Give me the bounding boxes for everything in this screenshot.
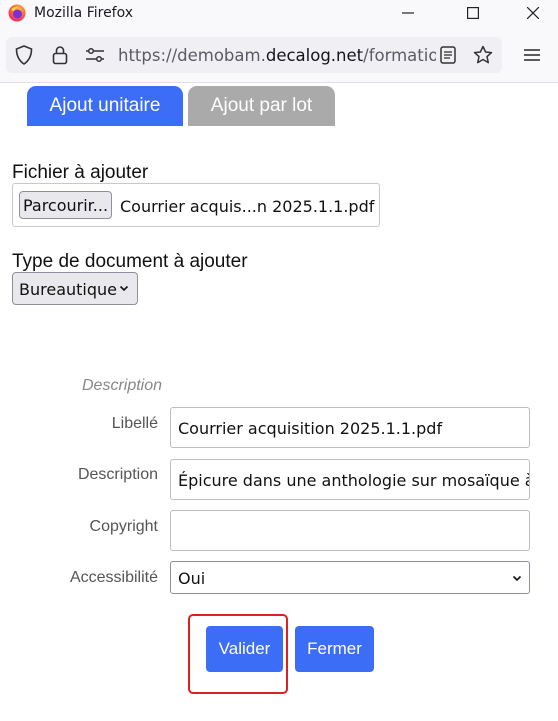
libelle-label: Libellé xyxy=(111,415,158,432)
selected-file-name: Courrier acquis...n 2025.1.1.pdf xyxy=(120,197,375,216)
description-label: Description xyxy=(77,466,158,483)
shield-icon[interactable] xyxy=(14,45,34,65)
bookmark-star-icon[interactable] xyxy=(472,44,494,66)
window-titlebar: Mozilla Firefox xyxy=(0,0,558,26)
accessibilite-select[interactable]: Oui xyxy=(170,561,530,594)
browser-toolbar: https://demobam.decalog.net/formationv xyxy=(0,26,558,83)
chevron-down-icon xyxy=(512,575,522,582)
tab-ajout-par-lot[interactable]: Ajout par lot xyxy=(188,86,335,126)
firefox-logo-icon xyxy=(8,4,26,22)
close-button[interactable]: Fermer xyxy=(295,626,374,672)
window-title: Mozilla Firefox xyxy=(34,5,134,21)
chevron-down-icon xyxy=(119,285,129,292)
menu-icon[interactable] xyxy=(520,44,544,66)
permissions-icon[interactable] xyxy=(84,45,106,65)
url-text[interactable]: https://demobam.decalog.net/formationv xyxy=(118,46,436,65)
libelle-input[interactable]: Courrier acquisition 2025.1.1.pdf xyxy=(170,407,530,448)
libelle-value: Courrier acquisition 2025.1.1.pdf xyxy=(178,419,443,438)
close-icon xyxy=(527,7,539,19)
doctype-select[interactable]: Bureautique xyxy=(12,272,138,305)
browse-button[interactable]: Parcourir... xyxy=(19,191,112,219)
maximize-icon xyxy=(467,7,479,19)
file-input[interactable]: Parcourir... Courrier acquis...n 2025.1.… xyxy=(12,183,380,227)
lock-icon[interactable] xyxy=(50,45,70,65)
description-input[interactable]: Épicure dans une anthologie sur mosaïque… xyxy=(170,459,530,500)
minimize-icon xyxy=(402,12,414,14)
accessibilite-value: Oui xyxy=(178,569,206,588)
doctype-value: Bureautique xyxy=(19,280,117,299)
file-label: Fichier à ajouter xyxy=(12,162,149,183)
reader-view-icon[interactable] xyxy=(438,45,458,65)
maximize-button[interactable] xyxy=(443,0,503,26)
highlight-box xyxy=(188,614,288,694)
description-legend: Description xyxy=(82,377,163,394)
copyright-input[interactable] xyxy=(170,510,530,551)
url-bar[interactable]: https://demobam.decalog.net/formationv xyxy=(6,37,502,73)
description-value: Épicure dans une anthologie sur mosaïque… xyxy=(178,471,530,490)
minimize-button[interactable] xyxy=(378,0,438,26)
copyright-label: Copyright xyxy=(89,518,158,535)
close-window-button[interactable] xyxy=(503,0,558,26)
accessibilite-label: Accessibilité xyxy=(69,569,158,586)
doctype-label: Type de document à ajouter xyxy=(12,251,248,272)
tab-ajout-unitaire[interactable]: Ajout unitaire xyxy=(27,86,183,126)
